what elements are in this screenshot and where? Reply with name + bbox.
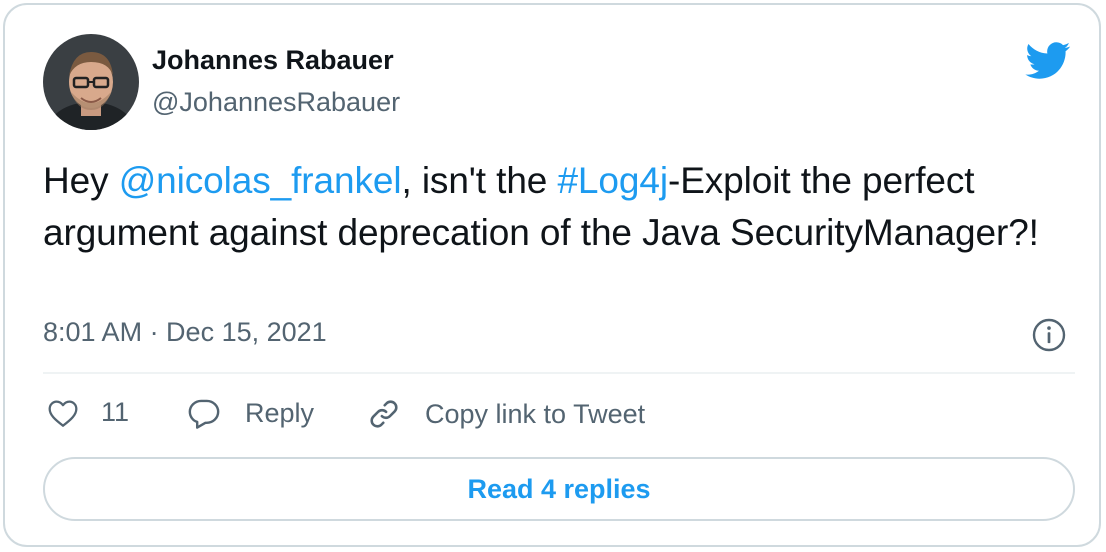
avatar[interactable]	[43, 34, 139, 130]
tweet-text-part: Hey	[43, 160, 119, 201]
hashtag-link[interactable]: #Log4j	[557, 160, 668, 201]
reply-label: Reply	[245, 397, 315, 428]
link-icon	[370, 400, 398, 428]
avatar-photo	[43, 34, 139, 130]
copy-link-label: Copy link to Tweet	[425, 398, 646, 429]
divider	[43, 372, 1075, 374]
reply-button[interactable]: Reply	[187, 397, 314, 429]
copy-link-button[interactable]: Copy link to Tweet	[367, 397, 645, 431]
like-button[interactable]: 11	[47, 397, 129, 428]
author-name[interactable]: Johannes Rabauer	[152, 45, 394, 76]
info-icon[interactable]	[1031, 317, 1067, 353]
mention-link[interactable]: @nicolas_frankel	[119, 160, 402, 201]
tweet-card: Johannes Rabauer @JohannesRabauer Hey @n…	[3, 3, 1101, 547]
heart-icon	[48, 400, 78, 427]
author-handle[interactable]: @JohannesRabauer	[152, 87, 400, 118]
read-replies-button[interactable]: Read 4 replies	[43, 457, 1075, 521]
tweet-text-part: , isn't the	[401, 160, 558, 201]
twitter-bird-icon[interactable]	[1025, 42, 1071, 80]
like-count: 11	[101, 397, 130, 427]
tweet-text: Hey @nicolas_frankel, isn't the #Log4j-E…	[43, 155, 1073, 259]
reply-icon	[188, 399, 220, 429]
tweet-timestamp[interactable]: 8:01 AM · Dec 15, 2021	[43, 317, 327, 348]
